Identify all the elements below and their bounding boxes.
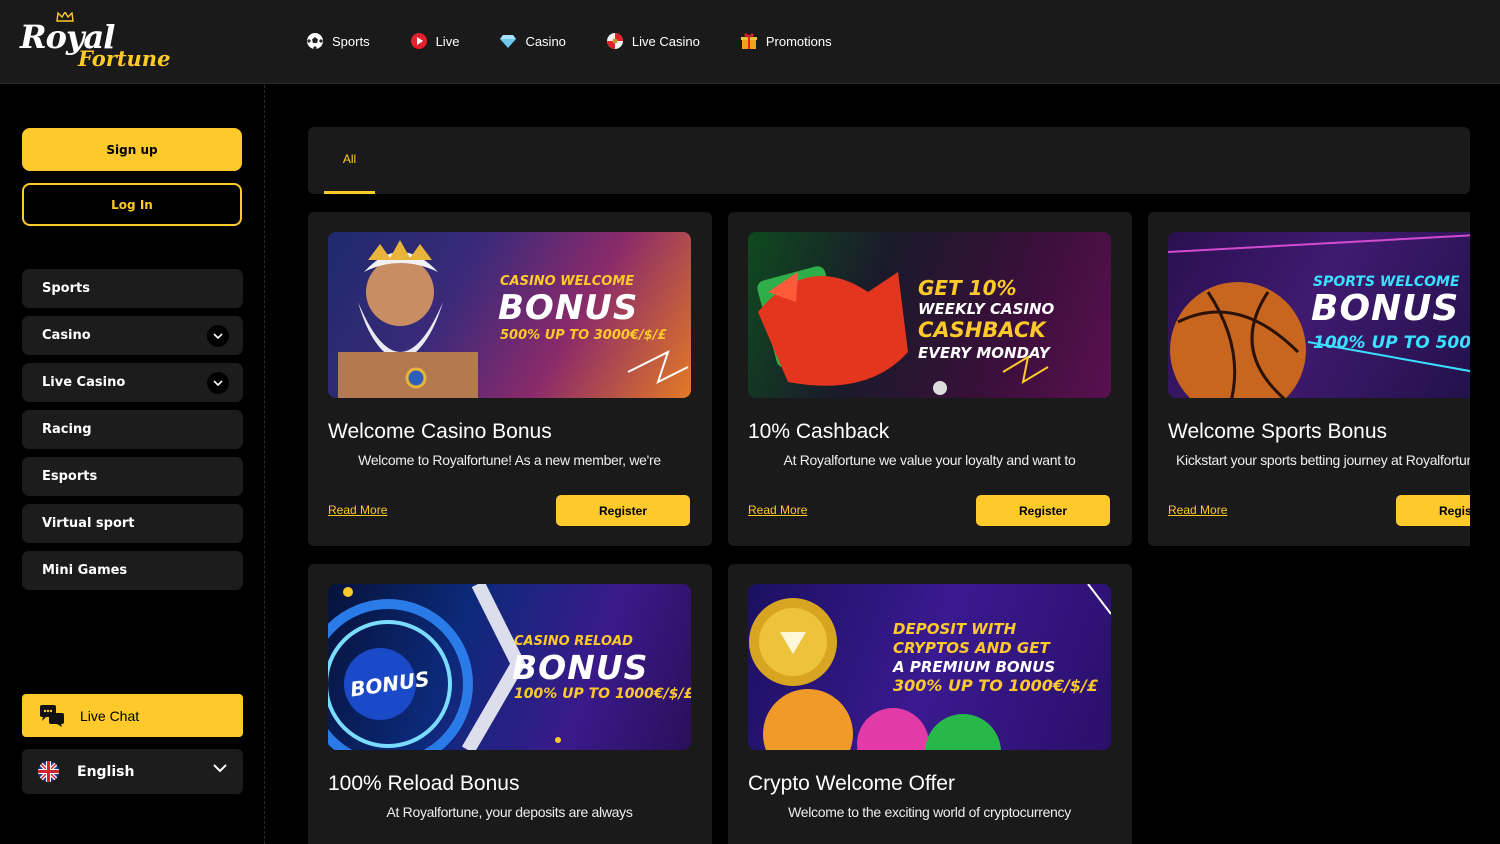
banner-line1: DEPOSIT WITH bbox=[893, 620, 1017, 638]
live-chat-button[interactable]: Live Chat bbox=[22, 694, 243, 737]
register-button[interactable]: Register bbox=[556, 495, 690, 526]
crypto-welcome-banner[interactable]: DEPOSIT WITH CRYPTOS AND GET A PREMIUM B… bbox=[748, 584, 1111, 750]
banner-line2: BONUS bbox=[512, 648, 649, 687]
sidebar-item-label: Racing bbox=[42, 422, 92, 437]
chevron-down-icon bbox=[213, 764, 227, 773]
sidebar: Sign up Log In Sports Casino Live Casino… bbox=[0, 85, 265, 844]
language-label: English bbox=[77, 763, 135, 780]
card-title: Crypto Welcome Offer bbox=[748, 772, 955, 795]
promo-tabs: All bbox=[308, 127, 1470, 194]
card-viewport-clip: SPORTS WELCOME BONUS 100% UP TO 500€/$/£… bbox=[1148, 212, 1470, 546]
nav-promotions[interactable]: Promotions bbox=[740, 30, 832, 52]
soccer-ball-icon bbox=[307, 33, 323, 50]
login-button[interactable]: Log In bbox=[22, 183, 242, 226]
card-description: Kickstart your sports betting journey at… bbox=[1176, 452, 1470, 468]
sidebar-item-label: Live Casino bbox=[42, 375, 126, 390]
gift-icon bbox=[740, 33, 757, 49]
register-button[interactable]: Register bbox=[1396, 495, 1470, 526]
card-description: Welcome to the exciting world of cryptoc… bbox=[788, 804, 1071, 820]
nav-live[interactable]: Live bbox=[410, 30, 460, 52]
live-chat-label: Live Chat bbox=[80, 707, 140, 724]
promo-card: BONUS CASINO RELOAD BONUS 100% UP TO 100… bbox=[308, 564, 712, 844]
banner-line3: 500% UP TO 3000€/$/£ bbox=[500, 328, 667, 343]
live-play-icon bbox=[410, 33, 427, 49]
sidebar-item-label: Esports bbox=[42, 469, 98, 484]
tab-all[interactable]: All bbox=[324, 127, 375, 194]
uk-flag-icon bbox=[38, 761, 59, 782]
sidebar-item-live-casino[interactable]: Live Casino bbox=[22, 363, 243, 402]
nav-casino[interactable]: Casino bbox=[499, 30, 566, 52]
casino-reload-banner[interactable]: BONUS CASINO RELOAD BONUS 100% UP TO 100… bbox=[328, 584, 691, 750]
banner-line2: WEEKLY CASINO bbox=[918, 300, 1055, 318]
banner-line1: GET 10% bbox=[918, 276, 1017, 300]
promo-card: GET 10% WEEKLY CASINO CASHBACK EVERY MON… bbox=[728, 212, 1132, 546]
sports-welcome-banner[interactable]: SPORTS WELCOME BONUS 100% UP TO 500€/$/£ bbox=[1168, 232, 1470, 398]
read-more-link[interactable]: Read More bbox=[1168, 503, 1227, 517]
promo-card: DEPOSIT WITH CRYPTOS AND GET A PREMIUM B… bbox=[728, 564, 1132, 844]
promo-card: CASINO WELCOME BONUS 500% UP TO 3000€/$/… bbox=[308, 212, 712, 546]
language-selector[interactable]: English bbox=[22, 749, 243, 794]
banner-line2: BONUS bbox=[498, 288, 639, 328]
banner-line1: CASINO WELCOME bbox=[500, 274, 635, 289]
banner-line4: 300% UP TO 1000€/$/£ bbox=[893, 676, 1098, 695]
cashback-banner[interactable]: GET 10% WEEKLY CASINO CASHBACK EVERY MON… bbox=[748, 232, 1111, 398]
chat-bubbles-icon bbox=[40, 704, 64, 727]
nav-live-label: Live bbox=[435, 33, 460, 49]
banner-line2: CRYPTOS AND GET bbox=[893, 639, 1050, 657]
royal-fortune-logo[interactable]: Royal Fortune bbox=[20, 12, 170, 74]
chevron-down-icon[interactable] bbox=[207, 324, 229, 347]
logo-fortune: Fortune bbox=[78, 46, 171, 71]
nav-sports[interactable]: Sports bbox=[306, 30, 370, 52]
read-more-link[interactable]: Read More bbox=[328, 503, 387, 517]
banner-line3: 100% UP TO 1000€/$/£ bbox=[514, 686, 691, 702]
banner-line1: CASINO RELOAD bbox=[514, 634, 633, 649]
nav-promotions-label: Promotions bbox=[765, 33, 832, 49]
sidebar-item-label: Casino bbox=[42, 328, 91, 343]
card-title: Welcome Sports Bonus bbox=[1168, 420, 1388, 443]
sidebar-item-esports[interactable]: Esports bbox=[22, 457, 243, 496]
register-button[interactable]: Register bbox=[976, 495, 1110, 526]
chevron-down-icon[interactable] bbox=[207, 371, 229, 394]
card-description: At Royalfortune, your deposits are alway… bbox=[386, 804, 633, 820]
card-title: Welcome Casino Bonus bbox=[328, 420, 552, 443]
card-title: 100% Reload Bonus bbox=[328, 772, 520, 795]
promo-card: SPORTS WELCOME BONUS 100% UP TO 500€/$/£… bbox=[1148, 212, 1470, 546]
sidebar-item-label: Sports bbox=[42, 281, 90, 296]
main-nav: Sports Live Casino Live Casino Promotion… bbox=[306, 30, 872, 52]
signup-button[interactable]: Sign up bbox=[22, 128, 242, 171]
sidebar-item-racing[interactable]: Racing bbox=[22, 410, 243, 449]
sidebar-item-label: Virtual sport bbox=[42, 516, 135, 531]
sidebar-item-label: Mini Games bbox=[42, 563, 128, 578]
read-more-link[interactable]: Read More bbox=[748, 503, 807, 517]
banner-line4: EVERY MONDAY bbox=[918, 344, 1050, 362]
card-title: 10% Cashback bbox=[748, 420, 890, 443]
nav-casino-label: Casino bbox=[525, 33, 566, 49]
sidebar-item-casino[interactable]: Casino bbox=[22, 316, 243, 355]
casino-welcome-banner[interactable]: CASINO WELCOME BONUS 500% UP TO 3000€/$/… bbox=[328, 232, 691, 398]
diamond-icon bbox=[500, 35, 517, 48]
banner-line3: A PREMIUM BONUS bbox=[893, 658, 1056, 676]
banner-line3: 100% UP TO 500€/$/£ bbox=[1313, 333, 1470, 353]
sidebar-item-sports[interactable]: Sports bbox=[22, 269, 243, 308]
nav-sports-label: Sports bbox=[332, 33, 370, 49]
card-description: Welcome to Royalfortune! As a new member… bbox=[358, 452, 661, 468]
banner-line2: BONUS bbox=[1311, 288, 1460, 329]
roulette-icon bbox=[606, 33, 623, 49]
nav-live-casino-label: Live Casino bbox=[631, 33, 700, 49]
sidebar-item-virtual-sport[interactable]: Virtual sport bbox=[22, 504, 243, 543]
sidebar-item-mini-games[interactable]: Mini Games bbox=[22, 551, 243, 590]
card-description: At Royalfortune we value your loyalty an… bbox=[783, 452, 1076, 468]
sidebar-menu: Sports Casino Live Casino Racing Esports… bbox=[22, 269, 243, 598]
top-header: Royal Fortune Sports Live Casino Live Ca… bbox=[0, 0, 1500, 84]
nav-live-casino[interactable]: Live Casino bbox=[606, 30, 700, 52]
banner-line3: CASHBACK bbox=[918, 318, 1046, 342]
